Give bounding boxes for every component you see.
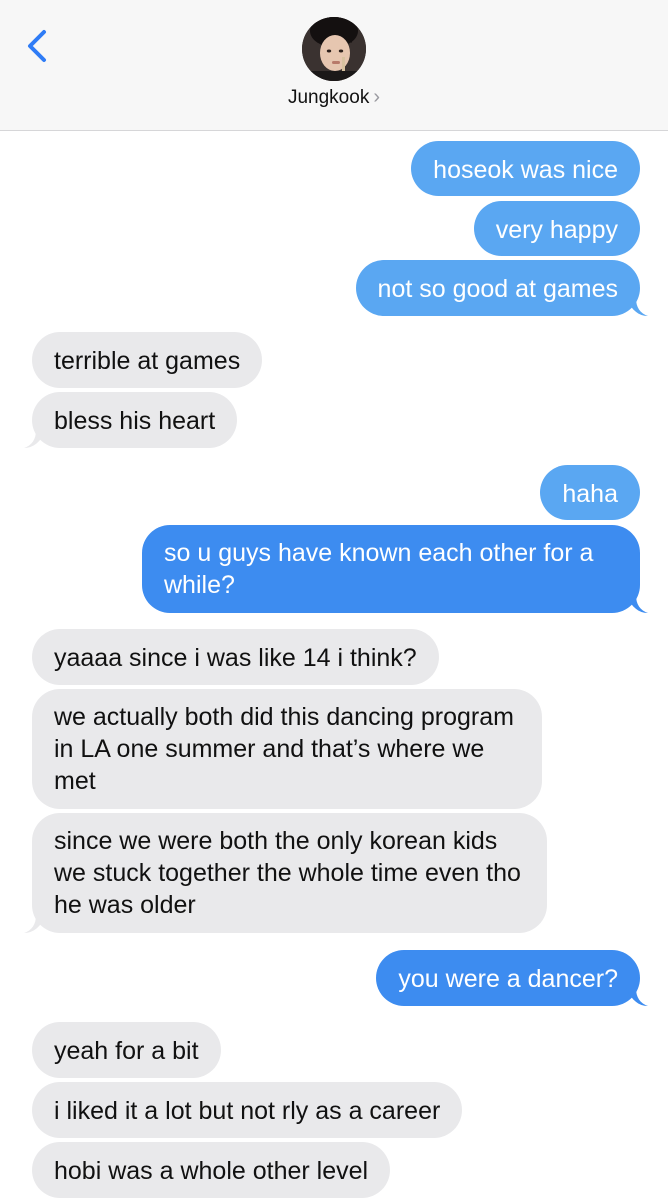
message-bubble-sent[interactable]: you were a dancer? <box>376 950 640 1006</box>
message-bubble-received[interactable]: since we were both the only korean kids … <box>32 813 547 933</box>
bubble-tail <box>24 915 46 933</box>
message-text: hoseok was nice <box>433 156 618 184</box>
message-text: since we were both the only korean kids … <box>54 827 521 919</box>
message-bubble-sent[interactable]: haha <box>540 465 640 520</box>
contact-name-button[interactable]: Jungkook › <box>0 86 668 109</box>
conversation-header: Jungkook › <box>0 0 668 131</box>
message-bubble-sent[interactable]: hoseok was nice <box>411 141 640 196</box>
message-bubble-sent[interactable]: not so good at games <box>355 260 640 316</box>
message-bubble-sent[interactable]: very happy <box>473 201 640 256</box>
message-text: we actually both did this dancing progra… <box>54 703 514 795</box>
message-bubble-received[interactable]: bless his heart <box>32 392 238 448</box>
message-text: terrible at games <box>54 347 241 375</box>
message-bubble-received[interactable]: hobi was a whole other level <box>32 1142 391 1198</box>
message-text: very happy <box>495 216 618 244</box>
bubble-tail <box>626 595 648 613</box>
bubble-tail <box>626 988 648 1006</box>
bubble-tail <box>626 298 648 316</box>
chevron-right-icon: › <box>373 86 380 108</box>
message-text: haha <box>562 480 618 508</box>
chevron-left-icon <box>28 30 46 62</box>
message-text: yaaaa since i was like 14 i think? <box>54 644 417 672</box>
bubble-tail <box>24 430 46 448</box>
message-text: not so good at games <box>377 275 618 303</box>
message-bubble-received[interactable]: terrible at games <box>32 332 263 388</box>
message-bubble-received[interactable]: yeah for a bit <box>32 1022 221 1078</box>
back-button[interactable] <box>20 22 60 70</box>
message-text: i liked it a lot but not rly as a career <box>54 1097 441 1125</box>
message-bubble-received[interactable]: i liked it a lot but not rly as a career <box>32 1082 463 1138</box>
message-bubble-sent[interactable]: so u guys have known each other for a wh… <box>142 525 640 613</box>
message-text: so u guys have known each other for a wh… <box>164 539 594 599</box>
message-text: you were a dancer? <box>398 965 618 993</box>
message-bubble-received[interactable]: yaaaa since i was like 14 i think? <box>32 629 439 685</box>
message-text: yeah for a bit <box>54 1037 199 1065</box>
message-bubble-received[interactable]: we actually both did this dancing progra… <box>32 689 542 809</box>
message-text: bless his heart <box>54 407 216 435</box>
message-text: hobi was a whole other level <box>54 1157 369 1185</box>
contact-avatar[interactable] <box>302 17 366 81</box>
contact-name: Jungkook <box>287 87 370 108</box>
